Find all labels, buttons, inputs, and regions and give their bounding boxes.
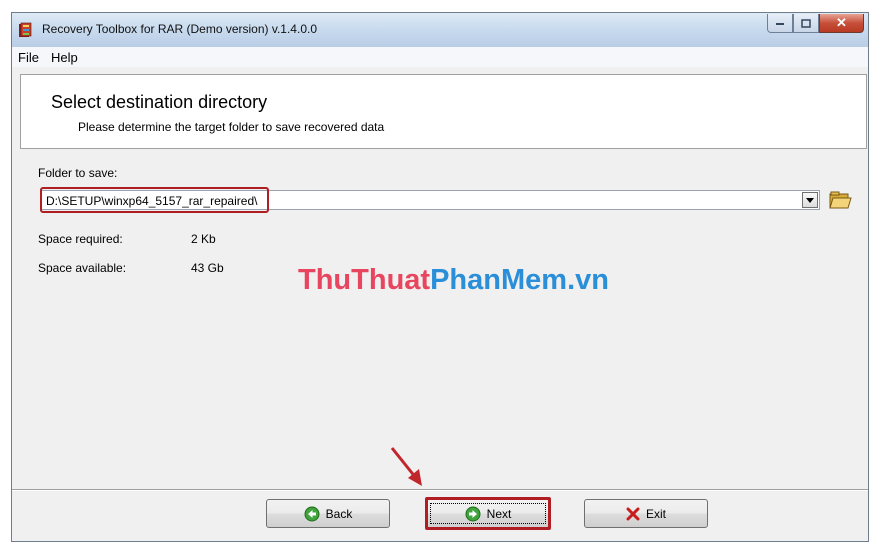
space-required-value: 2 Kb — [191, 232, 216, 246]
space-available-value: 43 Gb — [191, 261, 224, 275]
watermark-part3: .vn — [567, 264, 609, 296]
menu-help[interactable]: Help — [47, 50, 84, 65]
pointer-arrow-icon — [390, 447, 422, 486]
close-button[interactable]: ✕ — [819, 14, 864, 33]
menu-file[interactable]: File — [14, 50, 45, 65]
open-folder-icon[interactable] — [828, 189, 852, 211]
menu-bar: File Help — [12, 47, 868, 67]
chevron-down-icon — [806, 197, 814, 203]
footer-divider — [12, 489, 868, 491]
exit-x-icon — [626, 507, 640, 520]
title-bar[interactable]: Recovery Toolbox for RAR (Demo version) … — [12, 13, 868, 47]
page-title: Select destination directory — [51, 92, 268, 112]
next-button-highlight — [425, 497, 551, 530]
exit-button-label: Exit — [645, 506, 666, 521]
caption-buttons: ✕ — [767, 14, 864, 34]
exit-button[interactable]: Exit — [584, 499, 708, 528]
watermark-part2: PhanMem — [430, 264, 568, 296]
wizard-header: Select destination directory Please dete… — [20, 74, 867, 149]
watermark: ThuThuatPhanMem.vn — [298, 264, 609, 297]
minimize-icon — [776, 23, 784, 25]
maximize-icon — [801, 18, 811, 28]
back-button[interactable]: Back — [266, 499, 390, 528]
minimize-button[interactable] — [767, 14, 793, 33]
back-button-label: Back — [325, 506, 353, 521]
back-arrow-icon — [304, 506, 320, 521]
space-available-label: Space available: — [38, 261, 127, 275]
app-icon — [19, 22, 32, 37]
close-icon: ✕ — [836, 15, 847, 30]
folder-path-highlight — [40, 187, 269, 213]
space-required-label: Space required: — [38, 232, 123, 246]
page-subtitle: Please determine the target folder to sa… — [78, 120, 385, 134]
maximize-button[interactable] — [793, 14, 819, 33]
dropdown-button[interactable] — [802, 192, 818, 208]
window-title: Recovery Toolbox for RAR (Demo version) … — [42, 22, 317, 36]
folder-label: Folder to save: — [38, 166, 118, 180]
watermark-part1: ThuThuat — [298, 264, 431, 296]
